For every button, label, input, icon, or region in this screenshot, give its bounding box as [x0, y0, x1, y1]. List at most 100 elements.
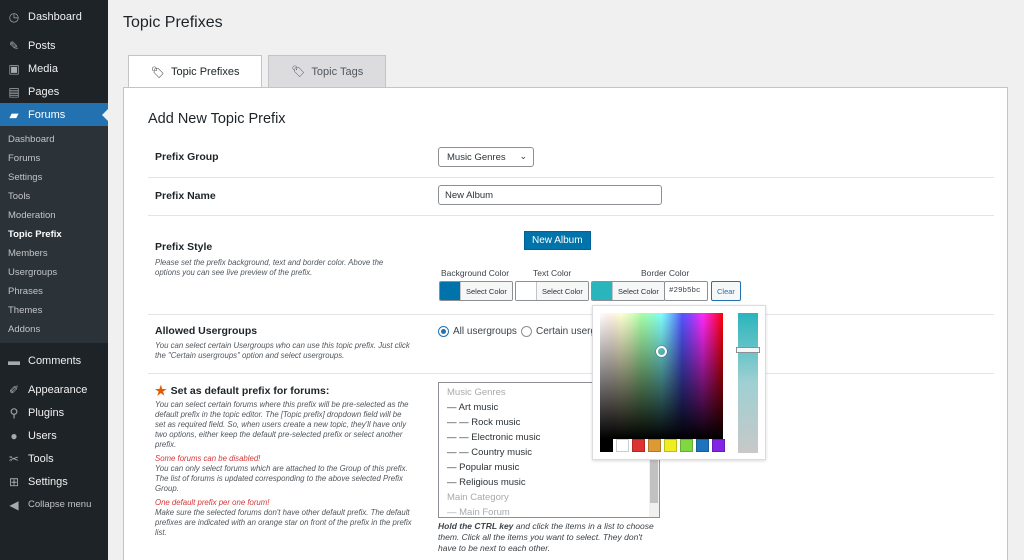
radio-button[interactable]: [521, 326, 532, 337]
chevron-down-icon: ⌄: [519, 151, 527, 161]
star-icon: ★: [155, 383, 167, 398]
bg-color-picker[interactable]: Select Color: [439, 281, 513, 301]
forum-option[interactable]: — Religious music: [439, 475, 659, 490]
menu-tools[interactable]: ✂ Tools: [0, 447, 108, 470]
menu-dashboard[interactable]: ◷ Dashboard: [0, 5, 108, 28]
forums-submenu: Dashboard Forums Settings Tools Moderati…: [0, 126, 108, 343]
palette-swatch-green[interactable]: [680, 439, 693, 452]
palette-swatch-yellow[interactable]: [664, 439, 677, 452]
forum-option-disabled: — Main Forum: [447, 507, 510, 518]
menu-appearance[interactable]: ✐ Appearance: [0, 378, 108, 401]
comments-icon: ▬: [8, 353, 20, 368]
border-hex-input[interactable]: #29b5bc: [664, 281, 708, 301]
text-color-swatch: [516, 282, 536, 300]
form-panel: Add New Topic Prefix Prefix Group Music …: [123, 87, 1008, 560]
row-prefix-name: Prefix Name New Album: [148, 178, 994, 216]
default-prefix-desc: You can select certain forums where this…: [155, 400, 412, 537]
usergroups-desc: You can select certain Usergroups who ca…: [155, 341, 410, 360]
collapse-icon: ◀: [9, 497, 19, 512]
menu-comments[interactable]: ▬ Comments: [0, 349, 108, 372]
tab-topic-tags[interactable]: 🏷 Topic Tags: [268, 55, 387, 87]
dashboard-icon: ◷: [8, 9, 20, 24]
border-select-color-button[interactable]: Select Color: [612, 282, 664, 300]
palette-swatch-red[interactable]: [632, 439, 645, 452]
text-select-color-button[interactable]: Select Color: [536, 282, 588, 300]
palette-swatch-purple[interactable]: [712, 439, 725, 452]
menu-plugins[interactable]: ⚲ Plugins: [0, 401, 108, 424]
default-prefix-label: ★ Set as default prefix for forums:: [155, 383, 330, 398]
radio-all-usergroups[interactable]: All usergroups: [438, 326, 517, 337]
forums-icon: ▰: [9, 107, 19, 122]
palette-swatch-orange[interactable]: [648, 439, 661, 452]
bg-select-color-button[interactable]: Select Color: [460, 282, 512, 300]
submenu-usergroups[interactable]: Usergroups: [0, 263, 108, 282]
menu-settings[interactable]: ⊞ Settings: [0, 470, 108, 493]
text-color-label: Text Color: [533, 268, 572, 278]
menu-collapse[interactable]: ◀ Collapse menu: [0, 493, 108, 516]
prefix-name-label: Prefix Name: [155, 190, 216, 202]
border-color-label: Border Color: [641, 268, 690, 278]
submenu-topic-prefix[interactable]: Topic Prefix: [0, 225, 108, 244]
hue-slider-handle[interactable]: [736, 347, 760, 353]
pin-icon: ✎: [8, 38, 20, 53]
menu-media[interactable]: ▣ Media: [0, 57, 108, 80]
submenu-settings[interactable]: Settings: [0, 168, 108, 187]
submenu-moderation[interactable]: Moderation: [0, 206, 108, 225]
palette-swatch-white[interactable]: [616, 439, 629, 452]
border-color-picker[interactable]: Select Color: [591, 281, 665, 301]
tag-icon: 🏷: [151, 66, 165, 79]
menu-forums[interactable]: ▰ Forums: [0, 103, 108, 126]
prefix-group-label: Prefix Group: [155, 151, 219, 163]
prefix-preview: New Album: [524, 231, 591, 250]
prefix-style-label: Prefix Style: [155, 241, 213, 253]
submenu-dashboard[interactable]: Dashboard: [0, 130, 108, 149]
prefix-name-input[interactable]: New Album: [438, 185, 662, 205]
tools-icon: ✂: [8, 451, 20, 466]
color-palette: [600, 439, 725, 452]
prefix-style-desc: Please set the prefix background, text a…: [155, 258, 384, 277]
row-default-prefix: ★ Set as default prefix for forums: You …: [148, 374, 994, 560]
forum-option-group: Main Category: [447, 492, 509, 503]
tab-bar: 🏷 Topic Prefixes 🏷 Topic Tags: [128, 55, 387, 88]
menu-users[interactable]: ● Users: [0, 424, 108, 447]
page-title: Topic Prefixes: [123, 14, 223, 31]
tag-icon: 🏷: [291, 66, 306, 78]
color-saturation-square[interactable]: [600, 313, 723, 439]
tab-topic-prefixes[interactable]: 🏷 Topic Prefixes: [128, 55, 263, 88]
row-prefix-group: Prefix Group Music Genres ⌄: [148, 141, 994, 178]
bg-color-label: Background Color: [441, 268, 510, 278]
radio-certain-usergroups[interactable]: Certain userg: [521, 326, 596, 337]
menu-posts[interactable]: ✎ Posts: [0, 34, 108, 57]
media-icon: ▣: [8, 61, 20, 76]
color-picker-handle[interactable]: [656, 346, 667, 357]
text-color-picker[interactable]: Select Color: [515, 281, 589, 301]
clear-color-button[interactable]: Clear: [711, 281, 741, 301]
prefix-group-select[interactable]: Music Genres ⌄: [438, 147, 534, 167]
submenu-themes[interactable]: Themes: [0, 301, 108, 320]
radio-button-checked[interactable]: [438, 326, 449, 337]
submenu-tools[interactable]: Tools: [0, 187, 108, 206]
bg-color-swatch: [440, 282, 460, 300]
admin-sidebar: ◷ Dashboard ✎ Posts ▣ Media ▤ Pages ▰ Forums …: [0, 0, 108, 560]
settings-icon: ⊞: [8, 474, 20, 489]
users-icon: ●: [10, 428, 18, 443]
color-picker-popup: [592, 305, 766, 460]
forum-option[interactable]: — Popular music: [439, 460, 659, 475]
submenu-addons[interactable]: Addons: [0, 320, 108, 339]
color-hue-slider[interactable]: [736, 313, 760, 453]
palette-swatch-blue[interactable]: [696, 439, 709, 452]
menu-pages[interactable]: ▤ Pages: [0, 80, 108, 103]
plugins-icon: ⚲: [9, 405, 19, 420]
row-prefix-style: Prefix Style Please set the prefix backg…: [148, 216, 994, 315]
submenu-forums[interactable]: Forums: [0, 149, 108, 168]
multiselect-hint: Hold the CTRL key and click the items in…: [438, 521, 654, 553]
usergroups-label: Allowed Usergroups: [155, 325, 258, 337]
page-icon: ▤: [8, 84, 20, 99]
submenu-members[interactable]: Members: [0, 244, 108, 263]
border-color-swatch: [592, 282, 612, 300]
palette-swatch-black[interactable]: [600, 439, 613, 452]
row-allowed-usergroups: Allowed Usergroups You can select certai…: [148, 315, 994, 374]
submenu-phrases[interactable]: Phrases: [0, 282, 108, 301]
section-title: Add New Topic Prefix: [148, 111, 286, 127]
appearance-icon: ✐: [8, 382, 20, 397]
